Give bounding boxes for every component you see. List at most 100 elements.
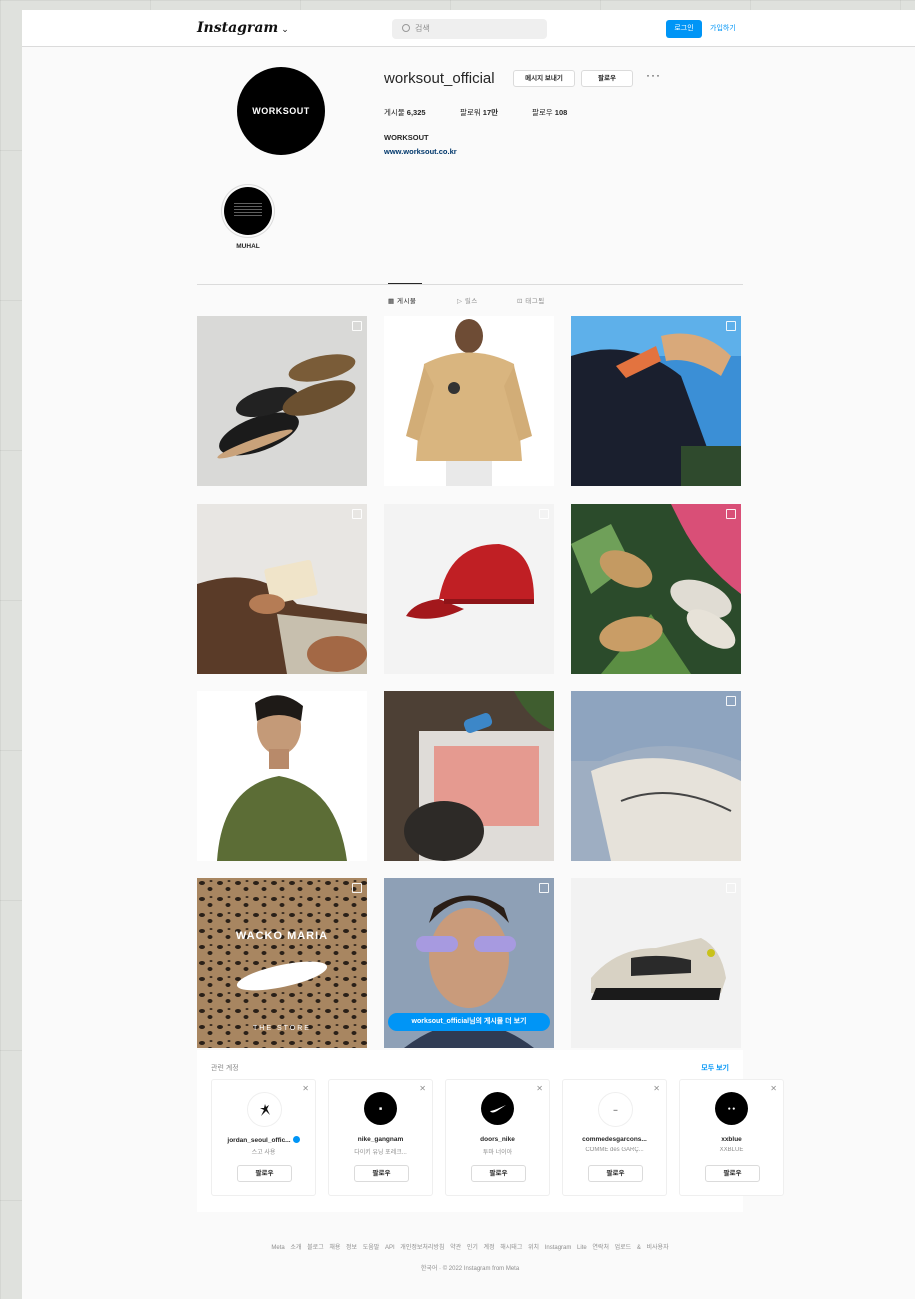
signup-link[interactable]: 가입하기 <box>710 20 736 38</box>
account-name: commedesgarcons... <box>582 1136 647 1143</box>
post-thumbnail[interactable] <box>384 504 554 674</box>
related-account-card[interactable]: ✕ ■ nike_gangnam 다이키 유닝 포레크... 팔로우 <box>328 1079 433 1196</box>
search-icon <box>402 24 410 32</box>
post-thumbnail[interactable] <box>571 691 741 861</box>
jumpman-logo-icon <box>259 1103 270 1116</box>
stat-posts: 게시물 6,325 <box>384 107 426 118</box>
post-image-mules <box>197 316 367 486</box>
multi-photo-icon <box>352 321 362 331</box>
see-all-link[interactable]: 모두 보기 <box>701 1063 729 1073</box>
close-icon[interactable]: ✕ <box>770 1084 777 1093</box>
more-options-icon[interactable]: ··· <box>646 68 661 82</box>
account-name-text: jordan_seoul_offic... <box>227 1137 291 1144</box>
multi-photo-icon <box>352 883 362 893</box>
footer-copyright: 한국어 · © 2022 Instagram from Meta <box>420 1266 520 1272</box>
grid-icon: ▦ <box>388 298 395 305</box>
tab-label: 게시물 <box>396 298 417 305</box>
post-thumbnail[interactable] <box>384 316 554 486</box>
tab-tagged[interactable]: ⊡ 태그됨 <box>517 295 545 305</box>
account-avatar[interactable]: ▬ <box>598 1092 633 1127</box>
post-image-red-cap <box>384 504 554 674</box>
tab-reels[interactable]: ▷ 릴스 <box>457 295 478 305</box>
multi-photo-icon <box>539 883 549 893</box>
stat-following[interactable]: 팔로우 108 <box>532 107 567 118</box>
stat-label: 팔로워 <box>460 108 481 117</box>
follow-button[interactable]: 팔로우 <box>237 1165 292 1182</box>
multi-photo-icon <box>539 509 549 519</box>
post-thumbnail[interactable] <box>197 504 367 674</box>
close-icon[interactable]: ✕ <box>302 1084 309 1093</box>
stat-value: 108 <box>554 108 568 117</box>
instagram-logo[interactable]: Instagram ⌄ <box>197 20 289 36</box>
account-avatar[interactable] <box>481 1092 514 1125</box>
avatar-logo-icon: ● ● <box>727 1105 736 1112</box>
follow-button[interactable]: 팔로우 <box>705 1165 760 1182</box>
stat-label: 팔로우 <box>532 108 553 117</box>
avatar-text: WORKSOUT <box>252 106 310 116</box>
story-highlight[interactable] <box>224 187 272 235</box>
related-account-card[interactable]: ✕ jordan_seoul_offic... 스고 사용 팔로우 <box>211 1079 316 1196</box>
top-navigation-bar: Instagram ⌄ 검색 로그인 가입하기 <box>22 10 915 47</box>
account-subtitle: 스고 사용 <box>251 1150 276 1156</box>
related-account-card[interactable]: ✕ doors_nike 투마 너이아 팔로우 <box>445 1079 550 1196</box>
related-account-card[interactable]: ✕ ● ● xxblue XXBLUE 팔로우 <box>679 1079 784 1196</box>
post-image-storage-box <box>384 691 554 861</box>
close-icon[interactable]: ✕ <box>653 1084 660 1093</box>
search-input[interactable]: 검색 <box>392 19 547 39</box>
post-thumbnail[interactable] <box>197 316 367 486</box>
avatar-logo-icon: ■ <box>378 1105 383 1112</box>
stat-label: 게시물 <box>384 108 405 117</box>
post-image-blue-sky <box>571 316 741 486</box>
post-thumbnail[interactable] <box>571 878 741 1048</box>
stat-followers[interactable]: 팔로워 17만 <box>460 107 498 118</box>
follow-button[interactable]: 팔로우 <box>471 1165 526 1182</box>
profile-avatar[interactable]: WORKSOUT <box>237 67 325 155</box>
see-more-posts-button[interactable]: worksout_official님의 게시물 더 보기 <box>388 1013 550 1031</box>
follow-button[interactable]: 팔로우 <box>354 1165 409 1182</box>
account-avatar[interactable] <box>247 1092 282 1127</box>
multi-photo-icon <box>726 696 736 706</box>
search-placeholder: 검색 <box>415 24 430 33</box>
post-overlay-title: WACKO MARIA <box>235 930 329 942</box>
instagram-profile-page: Instagram ⌄ 검색 로그인 가입하기 WORKSOUT worksout… <box>22 10 915 1299</box>
highlight-cover-text <box>234 203 262 217</box>
account-avatar[interactable]: ● ● <box>715 1092 748 1125</box>
multi-photo-icon <box>726 883 736 893</box>
tab-posts[interactable]: ▦ 게시물 <box>388 295 416 305</box>
post-thumbnail[interactable] <box>571 316 741 486</box>
highlight-label: MUHAL <box>236 243 260 250</box>
footer-links[interactable]: Meta 소개 블로그 채용 정보 도움말 API 개인정보처리방침 약관 인기… <box>197 1242 743 1251</box>
related-accounts-title: 관련 계정 <box>211 1065 239 1072</box>
post-overlay-footer: THE STORE <box>253 1025 311 1032</box>
account-subtitle: 투마 너이아 <box>482 1150 513 1156</box>
multi-photo-icon <box>726 509 736 519</box>
account-name: xxblue <box>721 1136 742 1143</box>
account-name: nike_gangnam <box>357 1136 404 1143</box>
post-image-sweatshirt <box>384 316 554 486</box>
avatar-logo-icon: ▬ <box>613 1107 618 1112</box>
logo-text: Instagram <box>197 20 279 36</box>
post-thumbnail[interactable] <box>384 691 554 861</box>
active-tab-indicator <box>388 283 422 284</box>
post-image-green-sweater <box>197 691 367 861</box>
multi-photo-icon <box>352 509 362 519</box>
post-image-denim <box>571 691 741 861</box>
account-name: jordan_seoul_offic... <box>216 1136 311 1144</box>
post-thumbnail[interactable] <box>571 504 741 674</box>
follow-button[interactable]: 팔로우 <box>588 1165 643 1182</box>
message-button[interactable]: 메시지 보내기 <box>513 70 575 87</box>
tag-icon: ⊡ <box>517 298 523 305</box>
bio-link[interactable]: www.worksout.co.kr <box>384 147 457 156</box>
follow-button[interactable]: 팔로우 <box>581 70 633 87</box>
account-name: doors_nike <box>480 1136 515 1143</box>
post-thumbnail[interactable] <box>197 691 367 861</box>
related-account-card[interactable]: ✕ ▬ commedesgarcons... COMME des GARÇ...… <box>562 1079 667 1196</box>
login-button[interactable]: 로그인 <box>666 20 702 38</box>
verified-badge-icon <box>292 1136 300 1143</box>
close-icon[interactable]: ✕ <box>419 1084 426 1093</box>
close-icon[interactable]: ✕ <box>536 1084 543 1093</box>
post-thumbnail[interactable]: WACKO MARIA THE STORE <box>197 878 367 1048</box>
nike-swoosh-icon <box>489 1104 506 1112</box>
account-avatar[interactable]: ■ <box>364 1092 397 1125</box>
post-image-sneaker <box>571 878 741 1048</box>
